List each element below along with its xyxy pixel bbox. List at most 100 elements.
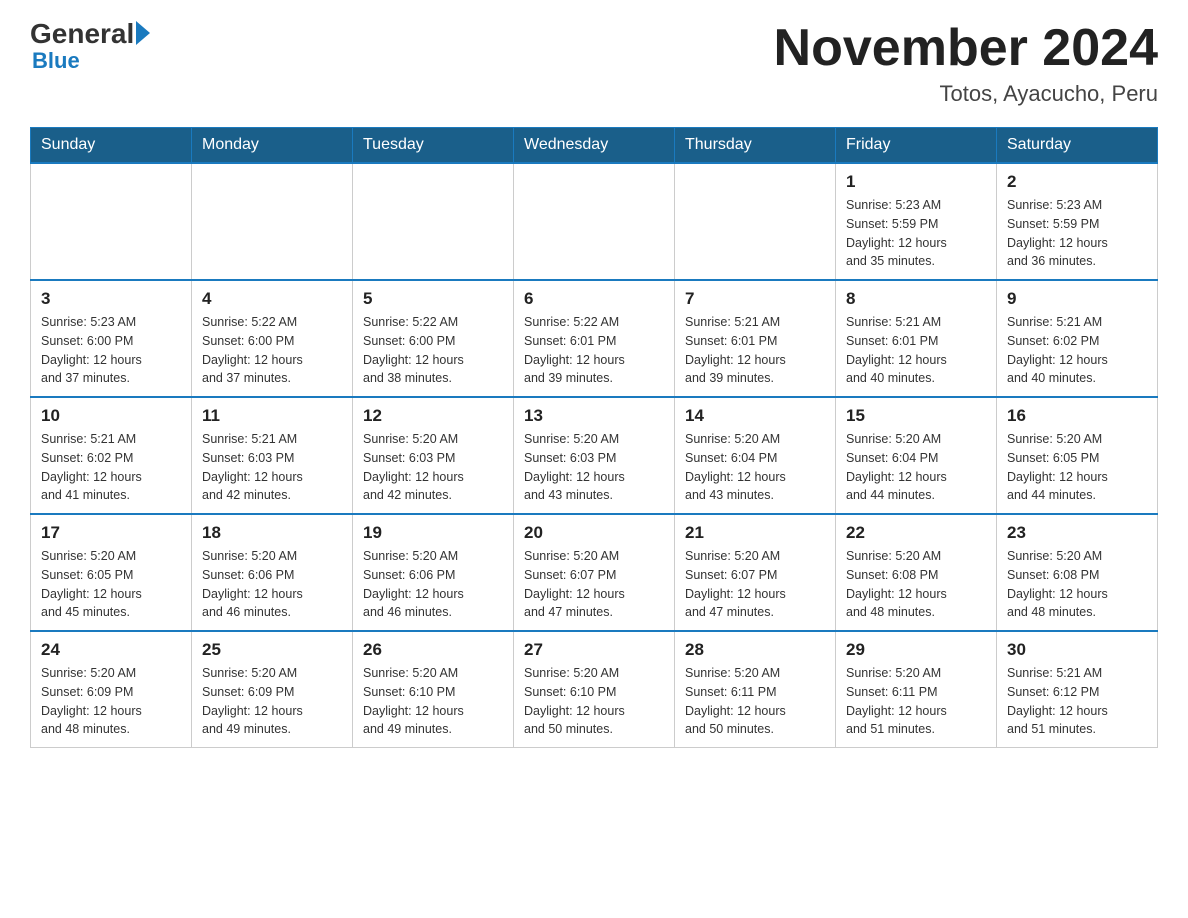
calendar-cell: 1Sunrise: 5:23 AMSunset: 5:59 PMDaylight… [836,163,997,280]
day-number: 29 [846,640,986,660]
calendar-cell: 15 Sunrise: 5:20 AMSunset: 6:04 PMDayligh… [836,397,997,514]
calendar-cell: 29 Sunrise: 5:20 AMSunset: 6:11 PMDayligh… [836,631,997,748]
calendar-cell: 9 Sunrise: 5:21 AMSunset: 6:02 PMDaylight… [997,280,1158,397]
day-number: 2 [1007,172,1147,192]
day-number: 15 [846,406,986,426]
day-info: Sunrise: 5:20 AMSunset: 6:06 PMDaylight:… [363,547,503,622]
calendar-cell: 26 Sunrise: 5:20 AMSunset: 6:10 PMDayligh… [353,631,514,748]
calendar-cell: 14 Sunrise: 5:20 AMSunset: 6:04 PMDayligh… [675,397,836,514]
day-number: 9 [1007,289,1147,309]
logo-general-text: General [30,20,134,48]
day-number: 24 [41,640,181,660]
day-info: Sunrise: 5:20 AMSunset: 6:04 PMDaylight:… [685,430,825,505]
day-info: Sunrise: 5:20 AMSunset: 6:08 PMDaylight:… [846,547,986,622]
day-info: Sunrise: 5:20 AMSunset: 6:04 PMDaylight:… [846,430,986,505]
calendar-cell: 17 Sunrise: 5:20 AMSunset: 6:05 PMDayligh… [31,514,192,631]
calendar-cell: 10 Sunrise: 5:21 AMSunset: 6:02 PMDayligh… [31,397,192,514]
logo-general: General [30,20,150,48]
logo: General Blue [30,20,150,74]
day-info: Sunrise: 5:20 AMSunset: 6:10 PMDaylight:… [363,664,503,739]
calendar-cell: 22 Sunrise: 5:20 AMSunset: 6:08 PMDayligh… [836,514,997,631]
calendar-cell [192,163,353,280]
month-title: November 2024 [774,20,1158,77]
day-info: Sunrise: 5:20 AMSunset: 6:09 PMDaylight:… [41,664,181,739]
day-info: Sunrise: 5:20 AMSunset: 6:05 PMDaylight:… [41,547,181,622]
day-info: Sunrise: 5:21 AMSunset: 6:12 PMDaylight:… [1007,664,1147,739]
day-number: 26 [363,640,503,660]
day-info: Sunrise: 5:20 AMSunset: 6:03 PMDaylight:… [524,430,664,505]
day-info: Sunrise: 5:23 AMSunset: 6:00 PMDaylight:… [41,313,181,388]
day-number: 25 [202,640,342,660]
day-number: 22 [846,523,986,543]
day-number: 17 [41,523,181,543]
day-info: Sunrise: 5:20 AMSunset: 6:10 PMDaylight:… [524,664,664,739]
day-info: Sunrise: 5:20 AMSunset: 6:06 PMDaylight:… [202,547,342,622]
calendar-week-row: 3 Sunrise: 5:23 AMSunset: 6:00 PMDaylight… [31,280,1158,397]
calendar-cell: 18 Sunrise: 5:20 AMSunset: 6:06 PMDayligh… [192,514,353,631]
day-info: Sunrise: 5:20 AMSunset: 6:09 PMDaylight:… [202,664,342,739]
day-info: Sunrise: 5:20 AMSunset: 6:11 PMDaylight:… [846,664,986,739]
day-info: Sunrise: 5:20 AMSunset: 6:07 PMDaylight:… [685,547,825,622]
calendar-week-row: 10 Sunrise: 5:21 AMSunset: 6:02 PMDayligh… [31,397,1158,514]
calendar-cell: 8 Sunrise: 5:21 AMSunset: 6:01 PMDaylight… [836,280,997,397]
calendar-cell: 28 Sunrise: 5:20 AMSunset: 6:11 PMDayligh… [675,631,836,748]
day-number: 20 [524,523,664,543]
day-info: Sunrise: 5:22 AMSunset: 6:00 PMDaylight:… [202,313,342,388]
day-info: Sunrise: 5:21 AMSunset: 6:01 PMDaylight:… [685,313,825,388]
calendar-cell: 12Sunrise: 5:20 AMSunset: 6:03 PMDayligh… [353,397,514,514]
calendar-week-row: 17 Sunrise: 5:20 AMSunset: 6:05 PMDayligh… [31,514,1158,631]
calendar-header-row: SundayMondayTuesdayWednesdayThursdayFrid… [31,128,1158,164]
day-info: Sunrise: 5:21 AMSunset: 6:01 PMDaylight:… [846,313,986,388]
day-info: Sunrise: 5:20 AMSunset: 6:11 PMDaylight:… [685,664,825,739]
page-header: General Blue November 2024 Totos, Ayacuc… [30,20,1158,107]
day-info: Sunrise: 5:22 AMSunset: 6:01 PMDaylight:… [524,313,664,388]
calendar-cell: 5 Sunrise: 5:22 AMSunset: 6:00 PMDaylight… [353,280,514,397]
day-number: 13 [524,406,664,426]
day-number: 5 [363,289,503,309]
day-number: 10 [41,406,181,426]
day-info: Sunrise: 5:20 AMSunset: 6:08 PMDaylight:… [1007,547,1147,622]
day-number: 16 [1007,406,1147,426]
calendar-cell: 27 Sunrise: 5:20 AMSunset: 6:10 PMDayligh… [514,631,675,748]
calendar-cell: 23Sunrise: 5:20 AMSunset: 6:08 PMDayligh… [997,514,1158,631]
calendar-cell: 20Sunrise: 5:20 AMSunset: 6:07 PMDayligh… [514,514,675,631]
day-number: 3 [41,289,181,309]
calendar-day-header: Sunday [31,128,192,164]
calendar-cell: 25 Sunrise: 5:20 AMSunset: 6:09 PMDayligh… [192,631,353,748]
day-number: 7 [685,289,825,309]
calendar-week-row: 1Sunrise: 5:23 AMSunset: 5:59 PMDaylight… [31,163,1158,280]
calendar-cell: 24 Sunrise: 5:20 AMSunset: 6:09 PMDayligh… [31,631,192,748]
calendar-cell [353,163,514,280]
calendar-day-header: Saturday [997,128,1158,164]
day-info: Sunrise: 5:21 AMSunset: 6:02 PMDaylight:… [41,430,181,505]
logo-arrow-icon [136,21,150,45]
calendar-cell: 19 Sunrise: 5:20 AMSunset: 6:06 PMDayligh… [353,514,514,631]
calendar-cell: 21 Sunrise: 5:20 AMSunset: 6:07 PMDayligh… [675,514,836,631]
logo-blue-text: Blue [32,48,80,74]
day-number: 19 [363,523,503,543]
location: Totos, Ayacucho, Peru [774,81,1158,107]
day-number: 8 [846,289,986,309]
calendar-cell: 13 Sunrise: 5:20 AMSunset: 6:03 PMDayligh… [514,397,675,514]
day-number: 6 [524,289,664,309]
day-info: Sunrise: 5:20 AMSunset: 6:05 PMDaylight:… [1007,430,1147,505]
day-number: 14 [685,406,825,426]
calendar-day-header: Thursday [675,128,836,164]
day-info: Sunrise: 5:23 AMSunset: 5:59 PMDaylight:… [1007,196,1147,271]
calendar-cell [31,163,192,280]
day-number: 11 [202,406,342,426]
day-number: 18 [202,523,342,543]
day-info: Sunrise: 5:23 AMSunset: 5:59 PMDaylight:… [846,196,986,271]
calendar-cell: 2 Sunrise: 5:23 AMSunset: 5:59 PMDaylight… [997,163,1158,280]
day-number: 21 [685,523,825,543]
calendar-day-header: Monday [192,128,353,164]
day-number: 28 [685,640,825,660]
day-info: Sunrise: 5:21 AMSunset: 6:02 PMDaylight:… [1007,313,1147,388]
calendar-cell: 4Sunrise: 5:22 AMSunset: 6:00 PMDaylight… [192,280,353,397]
calendar-cell: 7 Sunrise: 5:21 AMSunset: 6:01 PMDaylight… [675,280,836,397]
day-info: Sunrise: 5:21 AMSunset: 6:03 PMDaylight:… [202,430,342,505]
day-number: 27 [524,640,664,660]
calendar-cell: 30Sunrise: 5:21 AMSunset: 6:12 PMDayligh… [997,631,1158,748]
calendar-day-header: Tuesday [353,128,514,164]
day-info: Sunrise: 5:22 AMSunset: 6:00 PMDaylight:… [363,313,503,388]
